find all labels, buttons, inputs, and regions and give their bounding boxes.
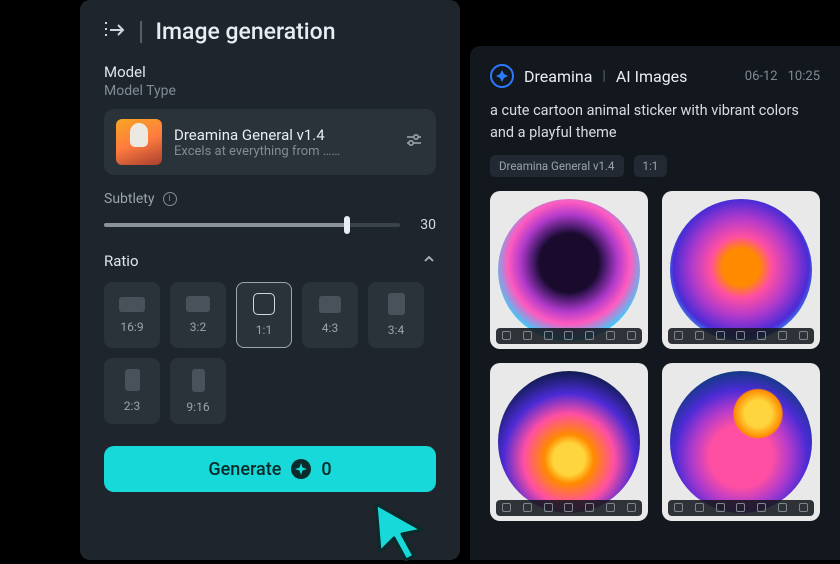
ratio-shape-icon — [119, 297, 145, 312]
image-toolbar[interactable] — [668, 328, 814, 344]
ratio-label: Ratio — [104, 252, 139, 270]
result-grid — [490, 191, 820, 521]
divider — [140, 21, 142, 43]
generate-credits: 0 — [321, 459, 331, 480]
ratio-option-3-2[interactable]: 3:2 — [170, 282, 226, 348]
ratio-label: 16:9 — [120, 320, 143, 334]
ratio-option-1-1[interactable]: 1:1 — [236, 282, 292, 348]
chevron-up-icon[interactable] — [422, 251, 436, 270]
model-selector[interactable]: Dreamina General v1.4 Excels at everythi… — [104, 109, 436, 175]
ratio-label: 4:3 — [322, 321, 338, 335]
chip-ratio[interactable]: 1:1 — [634, 155, 668, 177]
ratio-option-2-3[interactable]: 2:3 — [104, 358, 160, 424]
brand-name: Dreamina — [524, 67, 592, 86]
model-name: Dreamina General v1.4 — [174, 126, 392, 144]
ratio-shape-icon — [186, 296, 210, 312]
feed-header: Dreamina | AI Images 06-12 10:25 — [490, 64, 820, 88]
brand-logo-icon — [490, 64, 514, 88]
ratio-grid: 16:9 3:2 1:1 4:3 3:4 2:3 9:16 — [104, 282, 436, 424]
ratio-option-16-9[interactable]: 16:9 — [104, 282, 160, 348]
slider-knob[interactable] — [344, 216, 350, 234]
subtlety-slider[interactable]: 30 — [104, 217, 436, 233]
ratio-option-9-16[interactable]: 9:16 — [170, 358, 226, 424]
credits-icon — [291, 459, 311, 479]
ratio-option-3-4[interactable]: 3:4 — [368, 282, 424, 348]
result-image[interactable] — [490, 191, 648, 349]
result-image[interactable] — [662, 191, 820, 349]
ratio-label: 3:2 — [190, 320, 206, 334]
ratio-shape-icon — [319, 296, 341, 313]
generate-button[interactable]: Generate 0 — [104, 446, 436, 492]
image-toolbar[interactable] — [496, 328, 642, 344]
timestamp: 06-12 10:25 — [745, 69, 820, 84]
expand-icon[interactable] — [104, 20, 126, 44]
chip-row: Dreamina General v1.4 1:1 — [490, 155, 820, 177]
sliders-icon[interactable] — [404, 130, 424, 154]
model-type-label: Model Type — [104, 83, 436, 99]
ratio-shape-icon — [125, 369, 140, 391]
model-text: Dreamina General v1.4 Excels at everythi… — [174, 126, 392, 159]
result-image[interactable] — [490, 363, 648, 521]
result-image[interactable] — [662, 363, 820, 521]
ratio-label: 1:1 — [256, 323, 272, 337]
image-toolbar[interactable] — [496, 500, 642, 516]
ratio-label: 3:4 — [388, 323, 404, 337]
subtlety-label: Subtlety — [104, 191, 155, 207]
slider-track[interactable] — [104, 223, 400, 227]
model-section-label: Model — [104, 63, 436, 81]
settings-panel: Image generation Model Model Type Dreami… — [80, 0, 460, 560]
ratio-label: 2:3 — [124, 399, 140, 413]
results-feed: Dreamina | AI Images 06-12 10:25 a cute … — [470, 46, 840, 560]
feed-time: 10:25 — [788, 69, 820, 84]
info-icon[interactable]: i — [163, 192, 177, 206]
ratio-shape-icon — [388, 293, 405, 315]
page-title: Image generation — [156, 18, 336, 45]
slider-fill — [104, 223, 347, 227]
generate-label: Generate — [208, 459, 281, 480]
prompt-text: a cute cartoon animal sticker with vibra… — [490, 100, 820, 145]
subtlety-value: 30 — [412, 217, 436, 233]
panel-header: Image generation — [104, 18, 436, 45]
ratio-option-4-3[interactable]: 4:3 — [302, 282, 358, 348]
chip-model[interactable]: Dreamina General v1.4 — [490, 155, 624, 177]
model-thumbnail — [116, 119, 162, 165]
image-toolbar[interactable] — [668, 500, 814, 516]
feed-category: AI Images — [616, 67, 688, 86]
ratio-label: 9:16 — [186, 400, 209, 414]
feed-date: 06-12 — [745, 69, 778, 84]
ratio-shape-icon — [192, 369, 205, 392]
ratio-header[interactable]: Ratio — [104, 251, 436, 270]
separator: | — [602, 68, 605, 84]
subtlety-row: Subtlety i — [104, 191, 436, 207]
ratio-shape-icon — [253, 293, 275, 315]
model-description: Excels at everything from …… — [174, 144, 392, 159]
